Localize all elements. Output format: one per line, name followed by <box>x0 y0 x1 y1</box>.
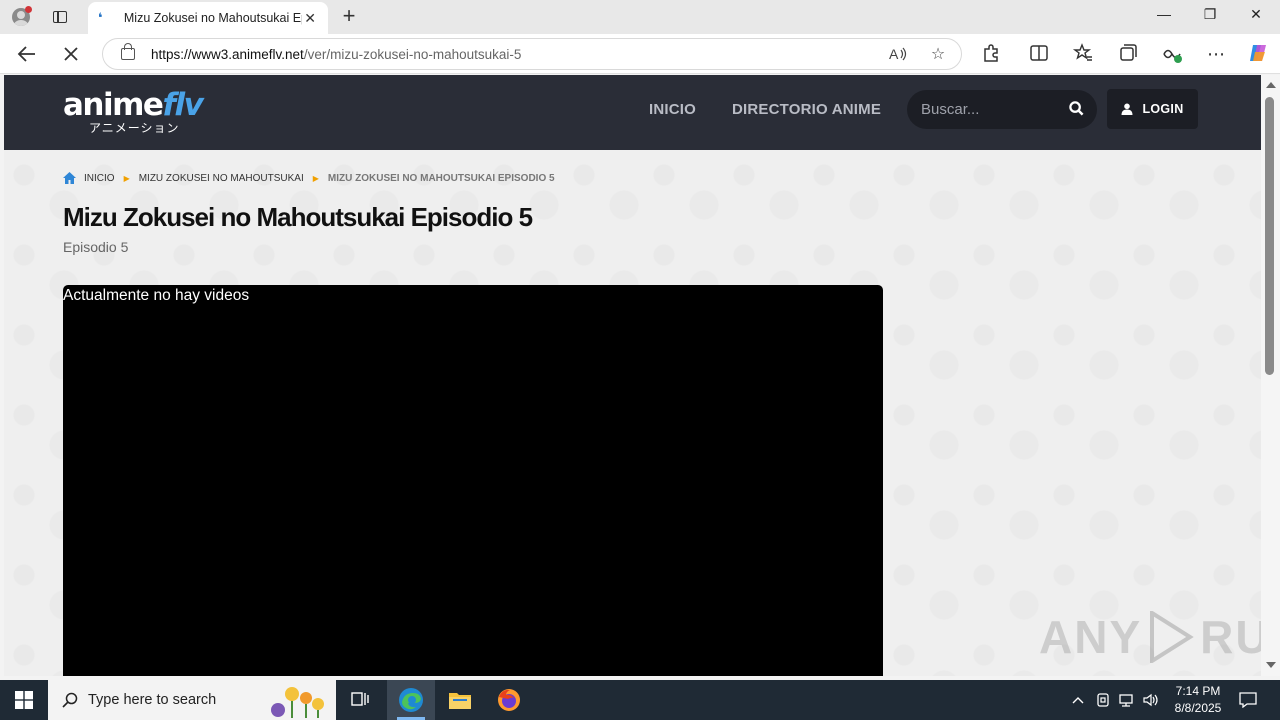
notifications-icon[interactable] <box>1236 680 1260 720</box>
video-player[interactable]: Actualmente no hay videos <box>63 285 883 676</box>
episode-subtitle: Episodio 5 <box>63 239 129 255</box>
more-options-icon[interactable]: ⋯ <box>1204 42 1228 66</box>
web-page: animeflv アニメーション INICIO DIRECTORIO ANIME… <box>4 75 1261 676</box>
breadcrumb-separator-icon: ▶ <box>312 173 319 183</box>
split-screen-icon[interactable] <box>1027 42 1051 66</box>
tab-actions-icon[interactable] <box>50 8 70 26</box>
scroll-thumb[interactable] <box>1265 97 1274 375</box>
site-header: animeflv アニメーション INICIO DIRECTORIO ANIME… <box>4 75 1261 150</box>
new-tab-icon[interactable]: + <box>338 5 360 28</box>
favorites-icon[interactable] <box>1071 42 1095 66</box>
restore-icon[interactable]: ❐ <box>1187 6 1233 28</box>
page-scrollbar[interactable] <box>1261 75 1280 676</box>
player-message: Actualmente no hay videos <box>63 287 250 304</box>
profile-avatar-icon[interactable] <box>8 4 34 30</box>
breadcrumb: INICIO ▶ MIZU ZOKUSEI NO MAHOUTSUKAI ▶ M… <box>63 172 555 184</box>
anyrun-watermark: ANY RUN <box>1039 611 1261 663</box>
browser-essentials-icon[interactable] <box>1160 42 1184 66</box>
task-view-icon <box>351 692 369 706</box>
loading-favicon-icon: ❛ <box>98 10 103 25</box>
nav-directorio-anime[interactable]: DIRECTORIO ANIME <box>732 101 881 118</box>
windows-taskbar: Type here to search 7:14 PM 8/8/2025 <box>0 680 1280 720</box>
browser-tab-bar: ❛ Mizu Zokusei no Mahoutsukai Episodio 5… <box>0 0 1280 34</box>
site-search <box>907 90 1097 129</box>
home-icon[interactable] <box>63 172 76 184</box>
edge-icon <box>399 688 423 712</box>
play-logo-icon <box>1150 611 1194 663</box>
read-aloud-icon[interactable]: A <box>887 44 909 66</box>
site-info-lock-icon[interactable] <box>121 43 135 60</box>
browser-tab[interactable]: ❛ Mizu Zokusei no Mahoutsukai Episodio 5… <box>88 2 328 34</box>
folder-icon <box>449 693 471 709</box>
minimize-icon[interactable]: — <box>1141 6 1187 28</box>
tab-close-icon[interactable]: ✕ <box>302 10 318 27</box>
search-icon <box>62 692 78 708</box>
scroll-down-icon[interactable] <box>1266 662 1276 668</box>
windows-logo-icon <box>15 691 33 709</box>
collections-icon[interactable] <box>1116 42 1140 66</box>
firefox-taskbar-app[interactable] <box>485 680 533 720</box>
browser-toolbar: https://www3.animeflv.net/ver/mizu-zokus… <box>0 34 1280 74</box>
page-title: Mizu Zokusei no Mahoutsukai Episodio 5 <box>63 202 533 232</box>
volume-icon[interactable] <box>1140 680 1162 720</box>
breadcrumb-anime[interactable]: MIZU ZOKUSEI NO MAHOUTSUKAI <box>139 173 304 184</box>
breadcrumb-current: MIZU ZOKUSEI NO MAHOUTSUKAI EPISODIO 5 <box>327 172 555 184</box>
clock-date: 8/8/2025 <box>1174 701 1222 715</box>
address-bar[interactable]: https://www3.animeflv.net/ver/mizu-zokus… <box>102 38 962 70</box>
window-close-icon[interactable]: ✕ <box>1233 6 1279 28</box>
network-icon[interactable] <box>1116 680 1136 720</box>
search-highlight-flowers-icon <box>271 687 324 718</box>
search-icon[interactable] <box>1069 101 1084 116</box>
tab-title: Mizu Zokusei no Mahoutsukai Episodio 5 <box>123 11 302 25</box>
show-hidden-icons[interactable] <box>1068 680 1088 720</box>
file-explorer-taskbar-app[interactable] <box>436 680 484 720</box>
favorite-star-icon[interactable]: ☆ <box>927 44 949 66</box>
task-view-button[interactable] <box>336 680 384 720</box>
edge-taskbar-app[interactable] <box>387 680 435 720</box>
user-icon <box>1121 103 1133 115</box>
taskbar-clock[interactable]: 7:14 PM 8/8/2025 <box>1163 683 1233 717</box>
extensions-icon[interactable] <box>979 42 1003 66</box>
taskbar-search[interactable]: Type here to search <box>48 680 336 720</box>
breadcrumb-separator-icon: ▶ <box>123 173 130 183</box>
clock-time: 7:14 PM <box>1175 684 1221 698</box>
meet-now-icon[interactable] <box>1093 680 1113 720</box>
breadcrumb-inicio[interactable]: INICIO <box>84 173 115 184</box>
login-button[interactable]: LOGIN <box>1107 89 1198 129</box>
search-input[interactable] <box>921 99 1061 119</box>
back-icon[interactable] <box>15 42 39 66</box>
stop-loading-icon[interactable] <box>59 42 83 66</box>
scroll-up-icon[interactable] <box>1266 82 1276 88</box>
start-button[interactable] <box>0 680 48 720</box>
url-text[interactable]: https://www3.animeflv.net/ver/mizu-zokus… <box>151 47 521 62</box>
taskbar-search-placeholder: Type here to search <box>88 692 217 708</box>
copilot-icon[interactable] <box>1246 42 1270 66</box>
site-logo[interactable]: animeflv アニメーション <box>63 89 204 136</box>
svg-text:A: A <box>889 46 899 62</box>
nav-inicio[interactable]: INICIO <box>649 101 696 118</box>
firefox-icon <box>498 689 520 711</box>
